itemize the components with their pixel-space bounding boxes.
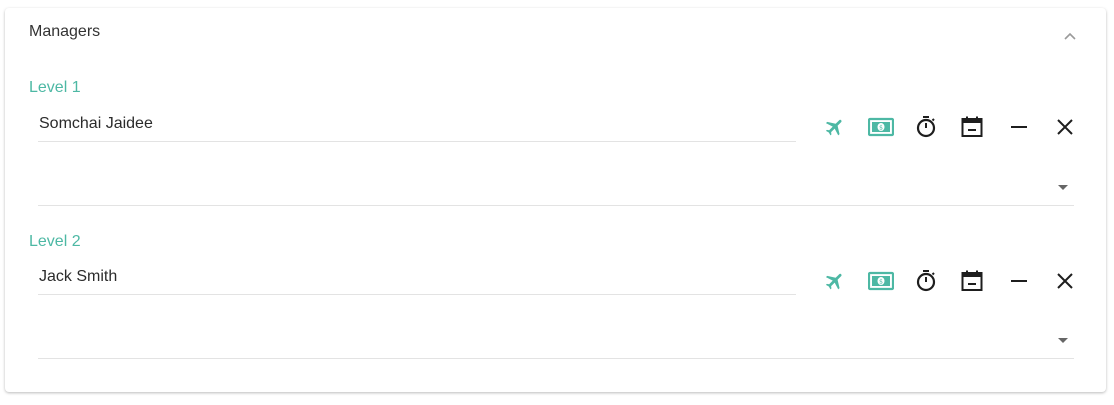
airplane-icon: [825, 119, 842, 136]
level-1-expense-button[interactable]: $: [867, 113, 895, 141]
level-1-delete-button[interactable]: [1051, 113, 1079, 141]
svg-text:$: $: [879, 279, 883, 286]
level-1-travel-button[interactable]: [821, 113, 849, 141]
stopwatch-icon: [916, 116, 936, 138]
level-2-select[interactable]: [38, 322, 1074, 359]
level-2-label: Level 2: [29, 233, 81, 250]
cash-icon: $: [868, 117, 894, 137]
cash-icon: $: [868, 271, 894, 291]
level-1-remove-button[interactable]: [1005, 113, 1033, 141]
level-1-calendar-button[interactable]: [958, 113, 986, 141]
collapse-button[interactable]: [1060, 26, 1080, 46]
level-1-manager-field[interactable]: Somchai Jaidee: [38, 109, 796, 142]
level-1-select[interactable]: [38, 169, 1074, 206]
chevron-up-icon: [1064, 32, 1076, 40]
level-1-manager-name: Somchai Jaidee: [39, 115, 153, 132]
stopwatch-icon: [916, 270, 936, 292]
close-icon: [1057, 273, 1073, 289]
managers-panel: Managers Level 1 Somchai Jaidee $ Level …: [5, 8, 1106, 392]
level-2-timesheet-button[interactable]: [912, 267, 940, 295]
level-2-manager-field[interactable]: Jack Smith: [38, 262, 796, 295]
level-2-calendar-button[interactable]: [958, 267, 986, 295]
minus-icon: [1011, 280, 1027, 282]
level-2-remove-button[interactable]: [1005, 267, 1033, 295]
calendar-icon: [961, 270, 983, 291]
level-2-delete-button[interactable]: [1051, 267, 1079, 295]
airplane-icon: [825, 273, 842, 290]
level-2-manager-name: Jack Smith: [39, 268, 118, 285]
svg-text:$: $: [879, 125, 883, 132]
panel-title: Managers: [29, 23, 101, 40]
close-icon: [1057, 119, 1073, 135]
level-1-timesheet-button[interactable]: [912, 113, 940, 141]
dropdown-arrow-icon: [1058, 185, 1068, 190]
dropdown-arrow-icon: [1058, 338, 1068, 343]
minus-icon: [1011, 126, 1027, 128]
level-2-travel-button[interactable]: [821, 267, 849, 295]
level-2-expense-button[interactable]: $: [867, 267, 895, 295]
level-1-label: Level 1: [29, 79, 81, 96]
calendar-icon: [961, 116, 983, 137]
